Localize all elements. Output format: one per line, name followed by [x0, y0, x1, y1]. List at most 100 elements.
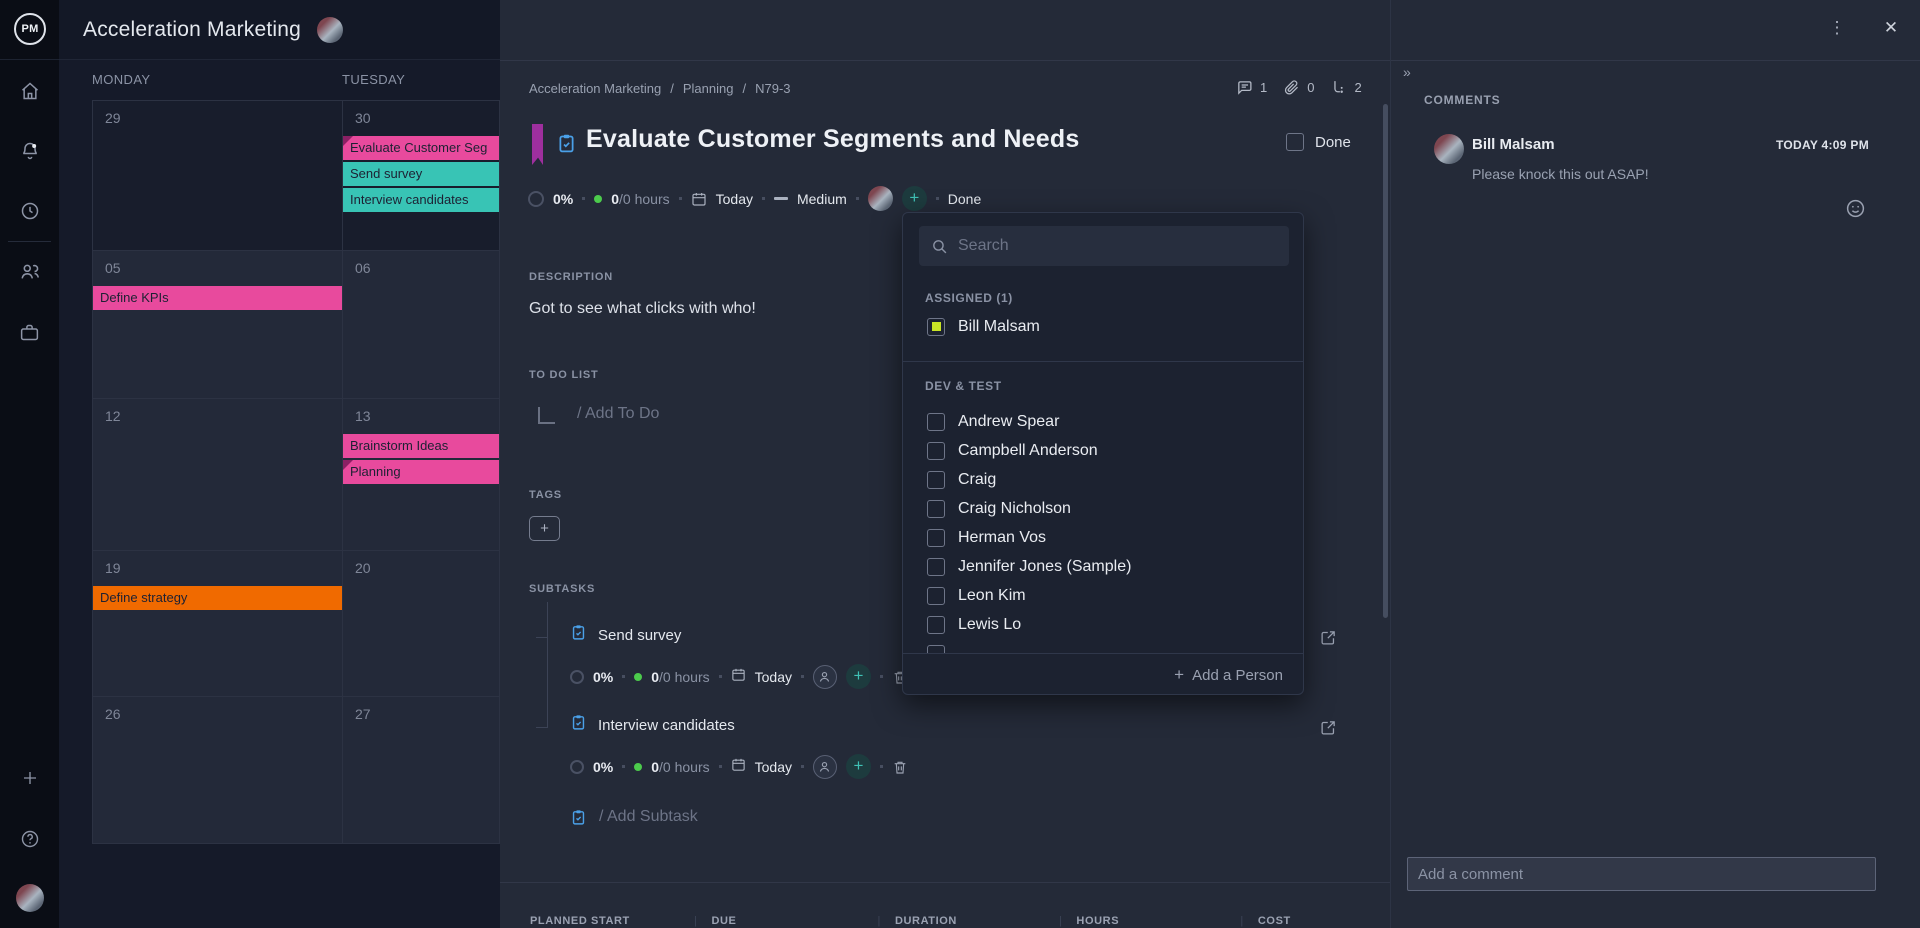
recent-icon[interactable] — [0, 191, 59, 231]
calendar-event[interactable]: Brainstorm Ideas — [343, 434, 499, 458]
person-row[interactable]: Lewis Lo — [903, 610, 1303, 639]
task-status[interactable]: Done — [948, 191, 981, 207]
assignee-search[interactable] — [919, 226, 1289, 266]
task-description[interactable]: Got to see what clicks with who! — [529, 300, 756, 318]
profile-avatar[interactable] — [0, 878, 59, 918]
calendar-day-cell[interactable]: 26 — [93, 697, 343, 844]
delete-subtask-icon[interactable] — [892, 759, 908, 775]
panel-divider — [500, 882, 1390, 883]
notifications-icon[interactable] — [0, 131, 59, 171]
subtask-progress[interactable]: 0% — [593, 669, 613, 685]
add-todo-placeholder[interactable]: / Add To Do — [577, 405, 659, 423]
person-checkbox[interactable] — [927, 558, 945, 576]
done-checkbox-group[interactable]: Done — [1286, 133, 1351, 151]
assigned-person-row[interactable]: Bill Malsam — [903, 312, 1303, 341]
task-date[interactable]: Today — [716, 191, 753, 207]
add-comment-input[interactable] — [1407, 857, 1876, 891]
person-row[interactable]: Craig Nicholson — [903, 494, 1303, 523]
assign-person-icon[interactable] — [813, 665, 837, 689]
calendar-day-cell[interactable]: 27 — [343, 697, 500, 844]
person-row[interactable]: Craig — [903, 465, 1303, 494]
calendar-day-cell[interactable]: 06 — [343, 251, 500, 399]
calendar-day-cell[interactable]: 29 — [93, 101, 343, 251]
add-subtask-row[interactable]: / Add Subtask — [570, 808, 698, 826]
assign-person-icon[interactable] — [813, 755, 837, 779]
calendar-event[interactable]: Interview candidates — [343, 188, 499, 212]
more-options-icon[interactable]: ⋮ — [1825, 12, 1849, 44]
person-checkbox[interactable] — [927, 529, 945, 547]
calendar-event[interactable]: Send survey — [343, 162, 499, 186]
person-name: Craig — [958, 471, 996, 489]
person-checkbox[interactable] — [927, 587, 945, 605]
pm-logo-icon[interactable]: PM — [14, 13, 46, 45]
add-tag-button[interactable]: + — [529, 516, 560, 541]
subtask-title[interactable]: Interview candidates — [598, 717, 735, 734]
add-subtask-placeholder[interactable]: / Add Subtask — [599, 808, 698, 826]
add-person-button[interactable]: +Add a Person — [1174, 665, 1283, 685]
breadcrumb[interactable]: Acceleration Marketing/Planning/N79-3 — [529, 81, 791, 96]
task-hours[interactable]: 0/0 hours — [611, 191, 669, 207]
subtask-title[interactable]: Send survey — [598, 627, 681, 644]
add-assignee-button[interactable]: + — [846, 664, 871, 689]
calendar-day-cell[interactable]: 12 — [93, 399, 343, 551]
task-progress[interactable]: 0% — [553, 191, 573, 207]
collapse-panel-icon[interactable]: » — [1403, 64, 1412, 80]
add-icon[interactable] — [0, 758, 59, 798]
calendar-day-cell[interactable]: 05Define KPIs — [93, 251, 343, 399]
subtask-hours[interactable]: 0/0 hours — [651, 759, 709, 775]
calendar-event[interactable]: Define strategy — [93, 586, 342, 610]
person-row[interactable]: Campbell Anderson — [903, 436, 1303, 465]
task-title[interactable]: Evaluate Customer Segments and Needs — [586, 125, 1079, 154]
subtask-row[interactable]: Interview candidates — [570, 714, 735, 736]
attachments-count-icon[interactable] — [1283, 79, 1300, 96]
subtask-progress[interactable]: 0% — [593, 759, 613, 775]
subtask-date[interactable]: Today — [755, 759, 792, 775]
person-row[interactable]: Andrew Spear — [903, 407, 1303, 436]
person-row[interactable]: Leon Kim — [903, 581, 1303, 610]
portfolio-icon[interactable] — [0, 312, 59, 352]
person-row[interactable]: Herman Vos — [903, 523, 1303, 552]
breadcrumb-item[interactable]: N79-3 — [755, 81, 790, 96]
done-checkbox[interactable] — [1286, 133, 1304, 151]
emoji-reaction-icon[interactable] — [1845, 198, 1866, 224]
progress-ring-icon[interactable] — [570, 760, 584, 774]
calendar-day-cell[interactable]: 13Brainstorm IdeasPlanning — [343, 399, 500, 551]
add-assignee-button[interactable]: + — [902, 186, 927, 211]
person-checkbox[interactable] — [927, 413, 945, 431]
calendar-event[interactable]: Define KPIs — [93, 286, 342, 310]
calendar-event[interactable]: Evaluate Customer Seg — [343, 136, 499, 160]
panel-scrollbar[interactable] — [1383, 104, 1388, 618]
person-row[interactable]: Jennifer Jones (Sample) — [903, 552, 1303, 581]
calendar-day-cell[interactable]: 20 — [343, 551, 500, 697]
task-priority[interactable]: Medium — [797, 191, 847, 207]
person-checkbox[interactable] — [927, 616, 945, 634]
subtask-date[interactable]: Today — [755, 669, 792, 685]
project-owner-avatar[interactable] — [317, 17, 343, 43]
progress-ring-icon[interactable] — [528, 191, 544, 207]
calendar-day-cell[interactable]: 30Evaluate Customer SegSend surveyInterv… — [343, 101, 500, 251]
calendar-day-cell[interactable]: 19Define strategy — [93, 551, 343, 697]
person-checkbox[interactable] — [927, 318, 945, 336]
close-icon[interactable]: ✕ — [1877, 12, 1905, 44]
add-todo-row[interactable]: / Add To Do — [538, 405, 659, 424]
person-checkbox[interactable] — [927, 500, 945, 518]
open-subtask-icon[interactable] — [1320, 719, 1337, 741]
assignee-avatar[interactable] — [868, 186, 893, 211]
person-checkbox[interactable] — [927, 471, 945, 489]
team-icon[interactable] — [0, 252, 59, 292]
progress-ring-icon[interactable] — [570, 670, 584, 684]
add-assignee-button[interactable]: + — [846, 754, 871, 779]
subtask-hours[interactable]: 0/0 hours — [651, 669, 709, 685]
comments-panel: ⋮ ✕ » COMMENTS Bill Malsam TODAY 4:09 PM… — [1390, 0, 1920, 928]
calendar-event[interactable]: Planning — [343, 460, 499, 484]
subtasks-count-icon[interactable] — [1330, 79, 1347, 96]
comments-count-icon[interactable] — [1236, 79, 1253, 96]
breadcrumb-item[interactable]: Acceleration Marketing — [529, 81, 661, 96]
person-checkbox[interactable] — [927, 442, 945, 460]
open-subtask-icon[interactable] — [1320, 629, 1337, 651]
help-icon[interactable] — [0, 819, 59, 859]
home-icon[interactable] — [0, 71, 59, 111]
assignee-search-input[interactable] — [958, 237, 1289, 255]
breadcrumb-item[interactable]: Planning — [683, 81, 734, 96]
subtask-row[interactable]: Send survey — [570, 624, 681, 646]
